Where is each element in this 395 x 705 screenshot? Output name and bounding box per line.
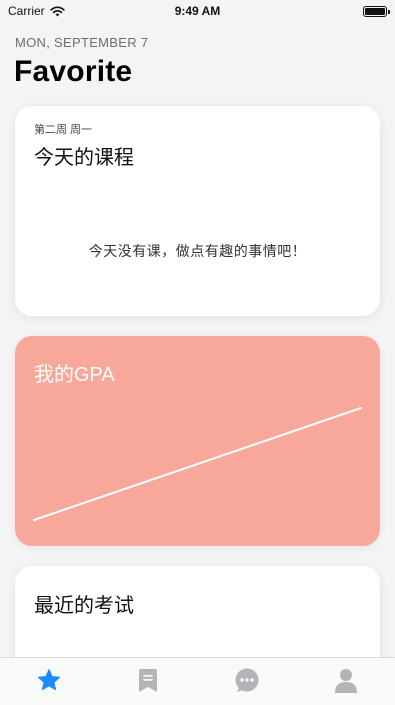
battery-icon	[363, 5, 390, 17]
gpa-trend-line	[33, 407, 362, 521]
tab-messages[interactable]	[217, 668, 277, 698]
bookmark-icon	[139, 669, 158, 692]
gpa-trend-chart	[33, 407, 362, 521]
exams-card-title: 最近的考试	[34, 595, 134, 617]
page-title: Favorite	[14, 55, 133, 88]
tab-favorite[interactable]	[19, 668, 79, 698]
week-label: 第二周 周一	[34, 124, 93, 136]
star-icon	[38, 669, 61, 691]
status-left: Carrier	[8, 4, 65, 18]
tab-courses[interactable]	[118, 668, 178, 698]
gpa-card[interactable]: 我的GPA	[15, 336, 380, 546]
wifi-icon	[50, 5, 65, 16]
battery-level	[365, 7, 385, 15]
carrier-label: Carrier	[8, 4, 45, 18]
date-label: MON, SEPTEMBER 7	[15, 35, 149, 50]
schedule-card-title: 今天的课程	[34, 147, 134, 169]
status-bar: Carrier 9:49 AM	[0, 0, 395, 22]
tab-bar	[0, 657, 395, 705]
tab-profile[interactable]	[316, 668, 376, 698]
today-schedule-card[interactable]: 第二周 周一 今天的课程 今天没有课，做点有趣的事情吧！	[15, 106, 380, 316]
person-icon	[334, 669, 357, 693]
chat-bubble-icon	[235, 668, 259, 692]
no-classes-message: 今天没有课，做点有趣的事情吧！	[88, 243, 307, 259]
